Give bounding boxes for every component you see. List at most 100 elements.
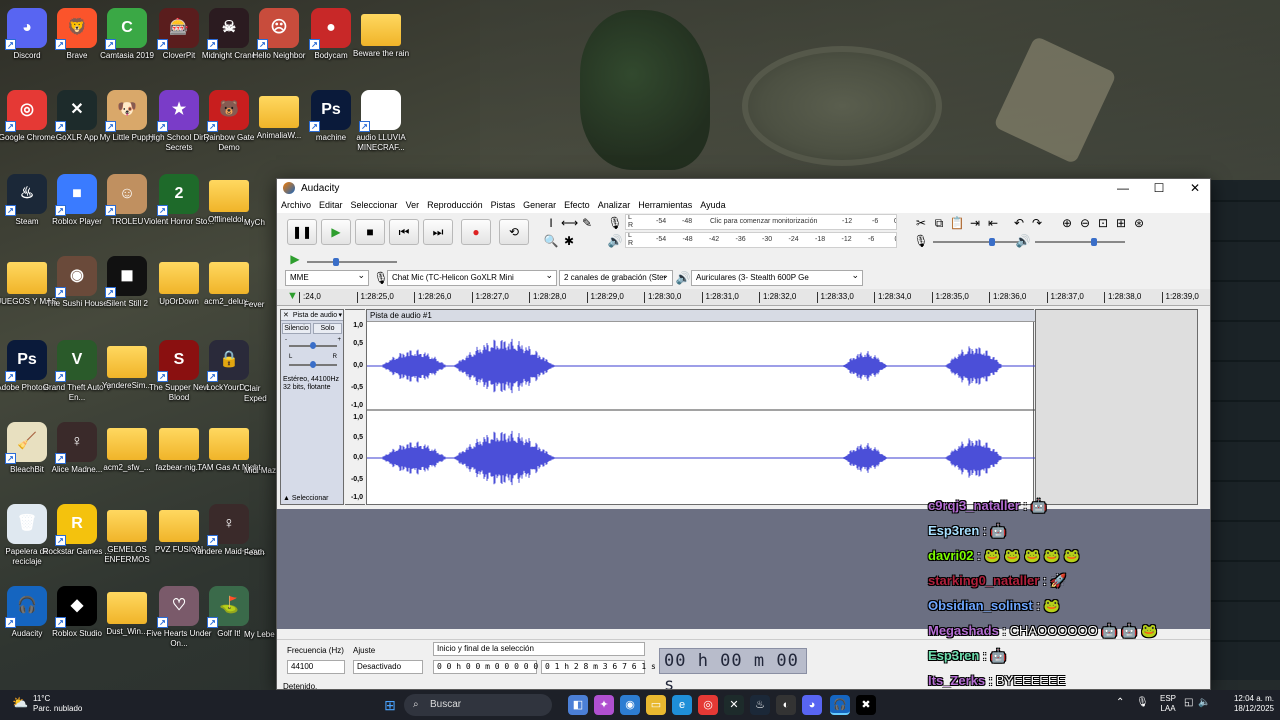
trim-icon[interactable]: ⇥ — [967, 215, 983, 231]
edge-icon[interactable]: e — [672, 695, 692, 715]
language-code[interactable]: ESP — [1160, 694, 1176, 704]
channels-select[interactable]: 2 canales de grabación (Ster — [559, 270, 673, 286]
solo-button[interactable]: Solo — [313, 323, 342, 334]
track-menu-chevron-icon[interactable]: ▾ — [338, 310, 342, 321]
playback-meter-speaker-icon[interactable]: 🔊 — [607, 233, 623, 249]
taskbar-app-3-icon[interactable]: ◉ — [620, 695, 640, 715]
record-meter[interactable]: -54 -48 Clic para comenzar monitorización -… — [625, 214, 897, 230]
record-button[interactable]: ● — [461, 219, 491, 245]
mute-button[interactable]: Silencio — [282, 323, 311, 334]
selection-tool-icon[interactable]: I — [543, 215, 559, 231]
fit-project-icon[interactable]: ⊞ — [1113, 215, 1129, 231]
stop-button[interactable]: ■ — [355, 219, 385, 245]
close-button[interactable]: ✕ — [1180, 181, 1210, 195]
desktop-icon[interactable]: TAM Gas At Night — [192, 418, 266, 473]
draw-tool-icon[interactable]: ✎ — [579, 215, 595, 231]
zoom-out-icon[interactable]: ⊖ — [1077, 215, 1093, 231]
paste-icon[interactable]: 📋 — [949, 215, 965, 231]
weather-icon[interactable]: ⛅ — [12, 695, 28, 711]
redo-icon[interactable]: ↷ — [1029, 215, 1045, 231]
desktop-icon-label[interactable]: My Lebe — [244, 630, 278, 640]
play-speed-slider[interactable] — [307, 258, 397, 266]
track-control-panel[interactable]: ✕ Pista de audio ▾ Silencio Solo - + L R… — [280, 309, 344, 505]
desktop-icon[interactable]: Offlineldol... — [192, 170, 266, 225]
record-meter-mic-icon[interactable]: 🎙 — [607, 215, 623, 231]
playhead-icon[interactable]: ▼ — [287, 290, 298, 302]
tray-chevron-icon[interactable]: ⌃ — [1116, 697, 1124, 708]
track-area[interactable]: ✕ Pista de audio ▾ Silencio Solo - + L R… — [277, 307, 1210, 507]
skip-end-button[interactable]: ⏭ — [423, 219, 453, 245]
chrome-taskbar-icon[interactable]: ◎ — [698, 695, 718, 715]
title-bar[interactable]: Audacity — ☐ ✕ — [277, 179, 1210, 197]
undo-icon[interactable]: ↶ — [1011, 215, 1027, 231]
clock-date[interactable]: 18/12/2025 — [1214, 704, 1274, 714]
menu-item[interactable]: Analizar — [598, 200, 631, 210]
menu-item[interactable]: Ayuda — [700, 200, 725, 210]
menu-item[interactable]: Archivo — [281, 200, 311, 210]
desktop-icon-label[interactable]: MyCh — [244, 218, 278, 228]
project-rate-select[interactable]: 44100 — [287, 660, 345, 674]
copilot-icon[interactable]: ✦ — [594, 695, 614, 715]
record-volume-slider[interactable] — [933, 238, 1023, 246]
volume-icon[interactable]: 🔈 — [1198, 697, 1210, 708]
cut-icon[interactable]: ✂ — [913, 215, 929, 231]
menu-item[interactable]: Seleccionar — [351, 200, 398, 210]
menu-item[interactable]: Editar — [319, 200, 343, 210]
selection-start-time[interactable]: 0 0 h 0 0 m 0 0 0 0 0 s — [433, 660, 548, 674]
envelope-tool-icon[interactable]: ⟷ — [561, 215, 578, 231]
maximize-button[interactable]: ☐ — [1144, 181, 1174, 195]
menu-item[interactable]: Generar — [523, 200, 556, 210]
track-close-icon[interactable]: ✕ — [281, 312, 291, 319]
desktop-icon-label[interactable]: Feath — [244, 548, 278, 558]
steam-taskbar-icon[interactable]: ♨ — [750, 695, 770, 715]
discord-taskbar-icon[interactable]: ◕ — [802, 695, 822, 715]
desktop-icon[interactable]: ▶ ↗ audio LLUVIA MINECRAF... — [344, 86, 418, 153]
waveform-clip[interactable]: Pista de audio #1 — [366, 309, 1035, 505]
loop-button[interactable]: ⟲ — [499, 219, 529, 245]
weather-temp[interactable]: 11°C — [33, 694, 82, 704]
desktop-icon[interactable]: acm2_delux... — [192, 252, 266, 307]
pause-button[interactable]: ❚❚ — [287, 219, 317, 245]
taskbar-search[interactable]: ⌕ Buscar — [404, 694, 552, 716]
obs-taskbar-icon[interactable]: ◐ — [776, 695, 796, 715]
desktop-icon-label[interactable]: Clair Exped — [244, 384, 278, 404]
skip-start-button[interactable]: ⏮ — [389, 219, 419, 245]
menu-item[interactable]: Reproducción — [427, 200, 483, 210]
fit-selection-icon[interactable]: ⊡ — [1095, 215, 1111, 231]
menu-item[interactable]: Efecto — [564, 200, 590, 210]
play-at-speed-button[interactable]: ▶ — [287, 251, 303, 267]
track-name[interactable]: Pista de audio — [293, 312, 337, 319]
desktop-icon-label[interactable]: Midi Maz — [244, 466, 278, 476]
input-device-select[interactable]: Chat Mic (TC-Helicon GoXLR Mini — [387, 270, 557, 286]
start-button-icon[interactable]: ⊞ — [380, 695, 400, 715]
menu-item[interactable]: Ver — [406, 200, 420, 210]
playback-volume-slider[interactable] — [1035, 238, 1125, 246]
pan-slider[interactable] — [289, 361, 337, 368]
empty-track-space[interactable] — [277, 509, 1210, 629]
file-explorer-icon[interactable]: ▭ — [646, 695, 666, 715]
weather-desc[interactable]: Parc. nublado — [33, 704, 82, 714]
audio-position-display[interactable]: 00 h 00 m 00 s — [659, 648, 807, 689]
keyboard-layout[interactable]: LAA — [1160, 704, 1176, 714]
timeline-ruler[interactable]: ▼ :24,0 1:28:25,0 1:28:26,0 1:28:27,0 1:28:2… — [277, 289, 1210, 306]
playback-meter[interactable]: -54 -48 -42 -36 -30 -24 -18 -12 -6 0 LR — [625, 232, 897, 248]
play-button[interactable]: ▶ — [321, 219, 351, 245]
desktop-icon-label[interactable]: Fever — [244, 300, 278, 310]
desktop-icon[interactable]: Beware the rain — [344, 4, 418, 59]
output-device-select[interactable]: Auriculares (3- Stealth 600P Ge — [691, 270, 863, 286]
multi-tool-icon[interactable]: ✱ — [561, 233, 577, 249]
network-icon[interactable]: ◱ — [1184, 697, 1193, 708]
collapse-icon[interactable]: ▲ — [283, 495, 290, 502]
tray-mic-icon[interactable]: 🎙 — [1136, 697, 1149, 708]
snap-select[interactable]: Desactivado — [353, 660, 423, 674]
goxlr-taskbar-icon[interactable]: ✕ — [724, 695, 744, 715]
taskbar-app-1-icon[interactable]: ◧ — [568, 695, 588, 715]
silence-icon[interactable]: ⇤ — [985, 215, 1001, 231]
zoom-tool-icon[interactable]: 🔍 — [543, 233, 559, 249]
menu-item[interactable]: Pistas — [491, 200, 516, 210]
minimize-button[interactable]: — — [1108, 181, 1138, 195]
selection-mode-select[interactable]: Inicio y final de la selección — [433, 642, 645, 656]
audacity-taskbar-icon[interactable]: 🎧 — [830, 695, 850, 715]
select-track-button[interactable]: Seleccionar — [292, 495, 329, 502]
audacity-window[interactable]: Audacity — ☐ ✕ Archivo Editar Seleccionar V… — [276, 178, 1211, 690]
